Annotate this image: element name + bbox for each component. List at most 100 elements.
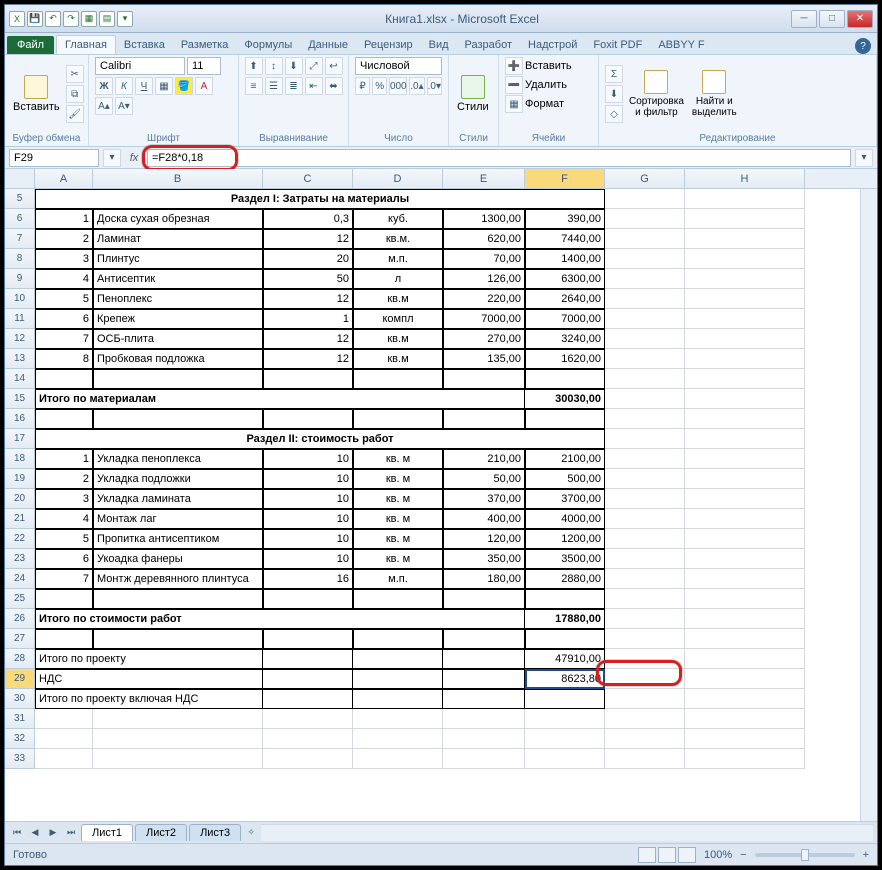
cell[interactable]	[685, 409, 805, 429]
cell[interactable]: 2	[35, 469, 93, 489]
vertical-scrollbar[interactable]	[860, 189, 877, 821]
cell[interactable]	[605, 389, 685, 409]
cell[interactable]: 5	[35, 529, 93, 549]
cell[interactable]: л	[353, 269, 443, 289]
cell[interactable]	[443, 729, 525, 749]
cell[interactable]: Раздел I: Затраты на материалы	[35, 189, 605, 209]
cell[interactable]	[353, 709, 443, 729]
cell[interactable]	[353, 409, 443, 429]
sheet-nav-first-icon[interactable]: ⏮	[9, 825, 25, 841]
font-name-combo[interactable]: Calibri	[95, 57, 185, 75]
tab-insert[interactable]: Вставка	[116, 36, 173, 54]
col-header-F[interactable]: F	[525, 169, 605, 188]
cells-format-button[interactable]: ▦Формат	[505, 95, 564, 113]
cell[interactable]: кв.м	[353, 349, 443, 369]
cell[interactable]: 3	[35, 489, 93, 509]
cell[interactable]: Раздел II: стоимость работ	[35, 429, 605, 449]
cell[interactable]	[685, 289, 805, 309]
cell[interactable]: Монтж деревянного плинтуса	[93, 569, 263, 589]
cell[interactable]: 1	[35, 449, 93, 469]
cell[interactable]: 270,00	[443, 329, 525, 349]
cell[interactable]	[605, 469, 685, 489]
cut-icon[interactable]: ✂	[66, 65, 84, 83]
cell[interactable]: кв.м	[353, 329, 443, 349]
cell[interactable]	[605, 229, 685, 249]
qat-dropdown-icon[interactable]: ▾	[117, 11, 133, 27]
namebox-dropdown-icon[interactable]: ▾	[103, 149, 121, 167]
increase-font-button[interactable]: A▴	[95, 97, 113, 115]
formula-expand-icon[interactable]: ▾	[855, 149, 873, 167]
cell[interactable]: 3240,00	[525, 329, 605, 349]
row-header[interactable]: 25	[5, 589, 35, 609]
cell[interactable]: кв.м	[353, 289, 443, 309]
cell[interactable]	[263, 649, 353, 669]
cell[interactable]	[685, 309, 805, 329]
cell[interactable]	[605, 669, 685, 689]
cell[interactable]: 12	[263, 289, 353, 309]
tab-data[interactable]: Данные	[300, 36, 356, 54]
undo-icon[interactable]: ↶	[45, 11, 61, 27]
cell[interactable]	[605, 249, 685, 269]
fill-button[interactable]: ⬇	[605, 85, 623, 103]
cell[interactable]: 1620,00	[525, 349, 605, 369]
select-all-button[interactable]	[5, 169, 35, 188]
cell[interactable]	[35, 729, 93, 749]
cell[interactable]	[685, 369, 805, 389]
cell[interactable]: 47910,00	[525, 649, 605, 669]
cell[interactable]: 7000,00	[443, 309, 525, 329]
cell[interactable]: 7440,00	[525, 229, 605, 249]
cell[interactable]	[605, 329, 685, 349]
find-select-button[interactable]: Найти и выделить	[690, 68, 739, 120]
cell[interactable]: 1	[263, 309, 353, 329]
cell[interactable]: 7	[35, 329, 93, 349]
cell[interactable]: 390,00	[525, 209, 605, 229]
zoom-label[interactable]: 100%	[704, 849, 732, 861]
cell[interactable]	[35, 409, 93, 429]
cell[interactable]	[605, 349, 685, 369]
cell[interactable]	[605, 489, 685, 509]
cell[interactable]	[685, 609, 805, 629]
orientation-button[interactable]: ⤢	[305, 57, 323, 75]
cell[interactable]	[353, 669, 443, 689]
cell[interactable]	[443, 369, 525, 389]
decrease-font-button[interactable]: A▾	[115, 97, 133, 115]
cell[interactable]	[93, 629, 263, 649]
tab-foxit[interactable]: Foxit PDF	[585, 36, 650, 54]
cell[interactable]	[93, 409, 263, 429]
row-header[interactable]: 9	[5, 269, 35, 289]
paste-button[interactable]: Вставить	[11, 73, 62, 115]
cell[interactable]: кв. м	[353, 489, 443, 509]
cell[interactable]: м.п.	[353, 249, 443, 269]
cell[interactable]	[605, 529, 685, 549]
tab-view[interactable]: Вид	[421, 36, 457, 54]
cell[interactable]	[263, 409, 353, 429]
align-center-button[interactable]: ☰	[265, 77, 283, 95]
cell[interactable]: 8	[35, 349, 93, 369]
row-header[interactable]: 6	[5, 209, 35, 229]
cell[interactable]	[685, 329, 805, 349]
view-layout-button[interactable]	[658, 847, 676, 863]
styles-button[interactable]: Стили	[455, 73, 491, 115]
cell[interactable]: Итого по проекту	[35, 649, 263, 669]
row-header[interactable]: 12	[5, 329, 35, 349]
help-icon[interactable]: ?	[855, 38, 871, 54]
cell[interactable]	[685, 209, 805, 229]
row-header[interactable]: 10	[5, 289, 35, 309]
cell[interactable]: 2640,00	[525, 289, 605, 309]
row-header[interactable]: 26	[5, 609, 35, 629]
cell[interactable]: НДС	[35, 669, 263, 689]
cell[interactable]	[685, 249, 805, 269]
row-header[interactable]: 8	[5, 249, 35, 269]
cell[interactable]: 220,00	[443, 289, 525, 309]
cell[interactable]	[353, 629, 443, 649]
cell[interactable]: 5	[35, 289, 93, 309]
cell[interactable]	[605, 609, 685, 629]
cell[interactable]	[685, 729, 805, 749]
cell[interactable]	[605, 289, 685, 309]
cell[interactable]: Итого по стоимости работ	[35, 609, 525, 629]
redo-icon[interactable]: ↷	[63, 11, 79, 27]
tab-layout[interactable]: Разметка	[173, 36, 237, 54]
row-header[interactable]: 15	[5, 389, 35, 409]
cell[interactable]: 10	[263, 529, 353, 549]
align-top-button[interactable]: ⬆	[245, 57, 263, 75]
